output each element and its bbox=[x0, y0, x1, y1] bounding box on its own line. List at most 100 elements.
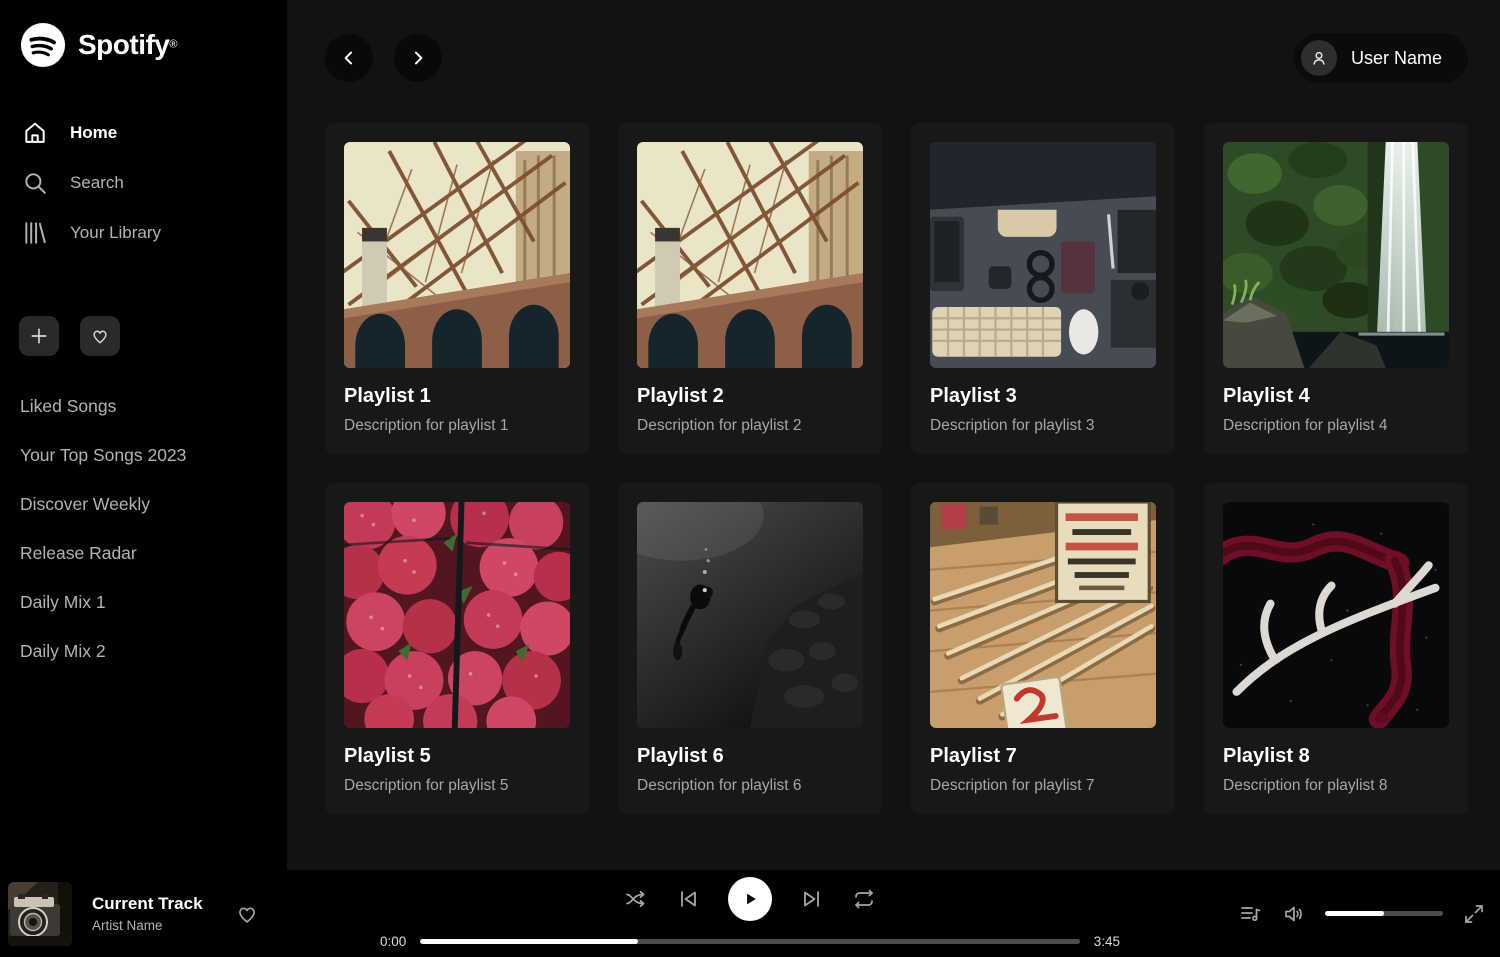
playlist-description: Description for playlist 1 bbox=[344, 417, 570, 435]
user-menu-button[interactable]: User Name bbox=[1294, 33, 1468, 83]
avatar bbox=[1301, 40, 1337, 76]
sidebar-item-label: Home bbox=[70, 123, 117, 143]
sidebar-nav: Home Search Your Library bbox=[0, 108, 287, 258]
sidebar-item-label: Your Library bbox=[70, 223, 161, 243]
plus-icon bbox=[29, 326, 49, 346]
like-track-button[interactable] bbox=[235, 902, 259, 926]
playlist-title: Playlist 7 bbox=[930, 745, 1156, 768]
spotify-logo[interactable]: Spotify® bbox=[0, 22, 287, 68]
home-icon bbox=[22, 120, 48, 146]
person-icon bbox=[1309, 48, 1329, 68]
playlist-title: Playlist 1 bbox=[344, 385, 570, 408]
playlist-link[interactable]: Daily Mix 2 bbox=[20, 627, 267, 676]
spotify-logo-icon bbox=[20, 22, 66, 68]
playlist-link[interactable]: Your Top Songs 2023 bbox=[20, 431, 267, 480]
playlist-card-1[interactable]: Playlist 1 Description for playlist 1 bbox=[325, 123, 589, 454]
strawberries-art bbox=[344, 502, 570, 728]
player-right-controls bbox=[1239, 902, 1486, 926]
desk-flatlay-art bbox=[930, 142, 1156, 368]
progress-bar[interactable] bbox=[420, 939, 1079, 944]
sidebar-item-home[interactable]: Home bbox=[0, 108, 287, 158]
playlist-link[interactable]: Liked Songs bbox=[20, 382, 267, 431]
playlist-title: Playlist 4 bbox=[1223, 385, 1449, 408]
playlist-cover-art bbox=[1223, 142, 1449, 368]
sidebar: Spotify® Home Search bbox=[0, 0, 287, 870]
steel-bridge-truss-art bbox=[637, 142, 863, 368]
spotify-wordmark: Spotify® bbox=[78, 29, 178, 61]
antler-red-ribbon-art bbox=[1223, 502, 1449, 728]
playlist-title: Playlist 5 bbox=[344, 745, 570, 768]
progress-fill bbox=[420, 939, 638, 944]
topbar: User Name bbox=[325, 33, 1468, 83]
playlist-link[interactable]: Release Radar bbox=[20, 529, 267, 578]
playlist-grid: Playlist 1 Description for playlist 1 bbox=[325, 123, 1468, 814]
track-meta: Current Track Artist Name bbox=[92, 894, 203, 933]
playlist-cover-art bbox=[637, 502, 863, 728]
playlist-description: Description for playlist 6 bbox=[637, 777, 863, 795]
sidebar-item-label: Search bbox=[70, 173, 124, 193]
playlist-description: Description for playlist 3 bbox=[930, 417, 1156, 435]
playlist-link[interactable]: Discover Weekly bbox=[20, 480, 267, 529]
history-nav bbox=[325, 34, 442, 82]
playlist-card-7[interactable]: Playlist 7 Description for playlist 7 bbox=[911, 483, 1175, 814]
volume-slider[interactable] bbox=[1325, 911, 1443, 916]
playlist-cover-art bbox=[930, 142, 1156, 368]
previous-icon bbox=[676, 887, 700, 911]
playlist-link[interactable]: Daily Mix 1 bbox=[20, 578, 267, 627]
repeat-icon bbox=[852, 887, 876, 911]
shuffle-button[interactable] bbox=[624, 887, 648, 911]
playlist-description: Description for playlist 5 bbox=[344, 777, 570, 795]
create-playlist-button[interactable] bbox=[19, 316, 59, 356]
queue-icon bbox=[1239, 902, 1263, 926]
playlist-card-4[interactable]: Playlist 4 Description for playlist 4 bbox=[1204, 123, 1468, 454]
back-button[interactable] bbox=[325, 34, 373, 82]
play-button[interactable] bbox=[728, 877, 772, 921]
library-actions bbox=[0, 316, 287, 356]
sidebar-playlists: Liked Songs Your Top Songs 2023 Discover… bbox=[0, 376, 287, 682]
fullscreen-button[interactable] bbox=[1462, 902, 1486, 926]
playlist-card-3[interactable]: Playlist 3 Description for playlist 3 bbox=[911, 123, 1175, 454]
forward-button[interactable] bbox=[394, 34, 442, 82]
underwater-diver-art bbox=[637, 502, 863, 728]
player-bar: Current Track Artist Name bbox=[0, 870, 1500, 957]
progress-row: 0:00 3:45 bbox=[380, 934, 1120, 949]
repeat-button[interactable] bbox=[852, 887, 876, 911]
playlist-title: Playlist 8 bbox=[1223, 745, 1449, 768]
liked-songs-button[interactable] bbox=[80, 316, 120, 356]
current-track-art bbox=[8, 882, 72, 946]
main-content: User Name bbox=[287, 0, 1500, 870]
current-track-artist: Artist Name bbox=[92, 918, 203, 933]
playlist-cover-art bbox=[1223, 502, 1449, 728]
playlist-card-5[interactable]: Playlist 5 Description for playlist 5 bbox=[325, 483, 589, 814]
library-icon bbox=[22, 220, 48, 246]
playlist-card-2[interactable]: Playlist 2 Description for playlist 2 bbox=[618, 123, 882, 454]
now-playing: Current Track Artist Name bbox=[8, 882, 259, 946]
playlist-cover-art bbox=[930, 502, 1156, 728]
playlist-cover-art bbox=[637, 142, 863, 368]
playlist-card-8[interactable]: Playlist 8 Description for playlist 8 bbox=[1204, 483, 1468, 814]
playlist-description: Description for playlist 2 bbox=[637, 417, 863, 435]
volume-icon bbox=[1282, 902, 1306, 926]
body-row: Spotify® Home Search bbox=[0, 0, 1500, 870]
volume-fill bbox=[1325, 911, 1384, 916]
playlist-card-6[interactable]: Playlist 6 Description for playlist 6 bbox=[618, 483, 882, 814]
user-name-label: User Name bbox=[1351, 48, 1442, 69]
shuffle-icon bbox=[624, 887, 648, 911]
playlist-title: Playlist 2 bbox=[637, 385, 863, 408]
queue-button[interactable] bbox=[1239, 902, 1263, 926]
playback-controls bbox=[624, 877, 876, 921]
playlist-cover-art bbox=[344, 142, 570, 368]
duration-time: 3:45 bbox=[1094, 934, 1120, 949]
steel-bridge-truss-art bbox=[344, 142, 570, 368]
volume-button[interactable] bbox=[1282, 902, 1306, 926]
playlist-title: Playlist 3 bbox=[930, 385, 1156, 408]
sidebar-item-search[interactable]: Search bbox=[0, 158, 287, 208]
previous-track-button[interactable] bbox=[676, 887, 700, 911]
forest-waterfall-art bbox=[1223, 142, 1449, 368]
spotify-app: Spotify® Home Search bbox=[0, 0, 1500, 957]
playlist-description: Description for playlist 4 bbox=[1223, 417, 1449, 435]
next-track-button[interactable] bbox=[800, 887, 824, 911]
vintage-camera-art bbox=[8, 882, 72, 946]
current-track-title: Current Track bbox=[92, 894, 203, 914]
sidebar-item-your-library[interactable]: Your Library bbox=[0, 208, 287, 258]
